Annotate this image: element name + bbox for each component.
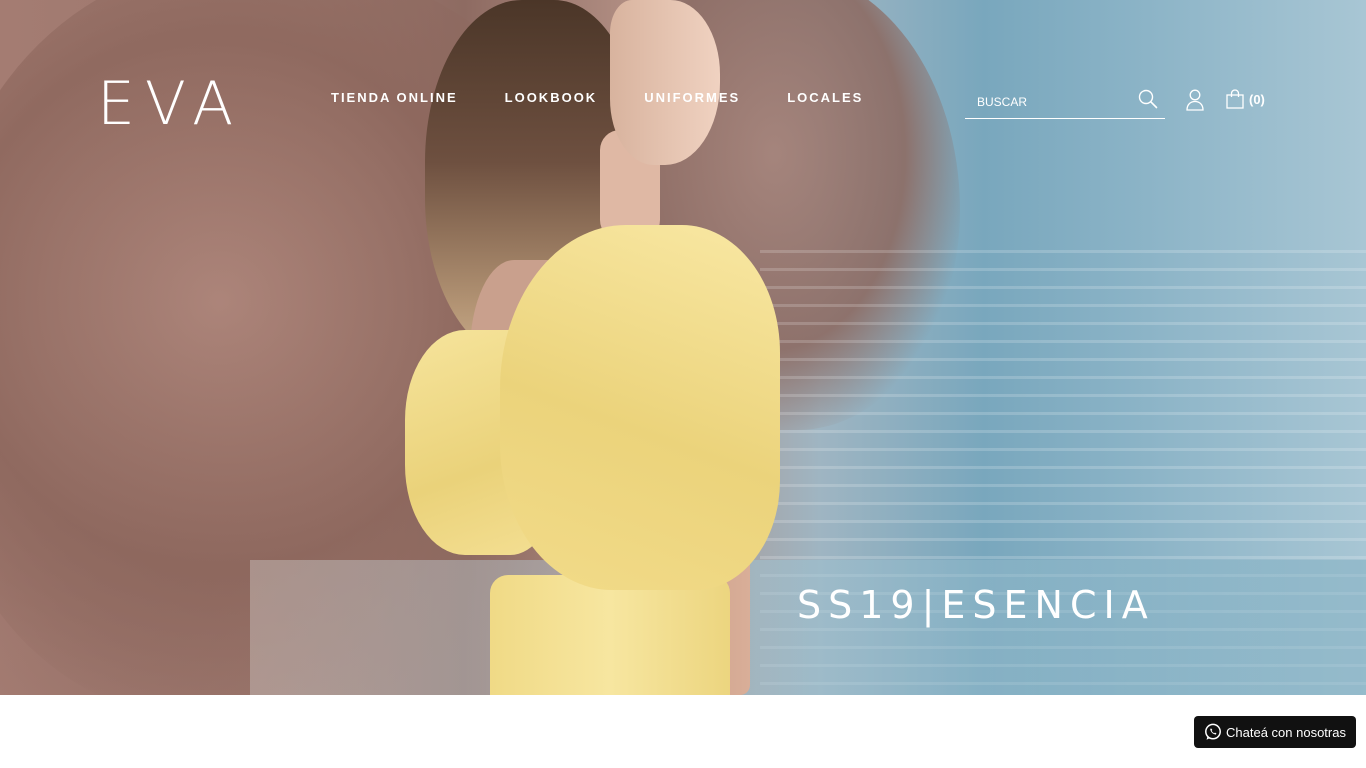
search-input[interactable]: [975, 90, 1139, 114]
hero-model-face: [610, 0, 720, 165]
cart-count[interactable]: (0): [1249, 92, 1265, 107]
whatsapp-icon: [1205, 723, 1221, 740]
hero-model-sleeve-right: [500, 225, 780, 590]
hero-caption: SS19|ESENCIA: [797, 583, 1155, 627]
search-box: [965, 86, 1165, 119]
shopping-bag-icon[interactable]: [1226, 89, 1244, 109]
chat-button-label: Chateá con nosotras: [1226, 724, 1346, 740]
nav-item-lookbook[interactable]: LOOKBOOK: [505, 90, 598, 105]
main-nav: TIENDA ONLINE LOOKBOOK UNIFORMES LOCALES: [331, 90, 863, 105]
user-icon[interactable]: [1185, 89, 1205, 111]
hero-model-dress: [490, 575, 730, 695]
nav-item-uniformes[interactable]: UNIFORMES: [644, 90, 740, 105]
brand-logo[interactable]: EVA: [97, 74, 243, 134]
hero-water-foreground: [250, 560, 1366, 695]
whatsapp-chat-button[interactable]: Chateá con nosotras: [1194, 716, 1356, 748]
nav-item-tienda-online[interactable]: TIENDA ONLINE: [331, 90, 458, 105]
search-icon[interactable]: [1138, 89, 1158, 109]
nav-item-locales[interactable]: LOCALES: [787, 90, 863, 105]
